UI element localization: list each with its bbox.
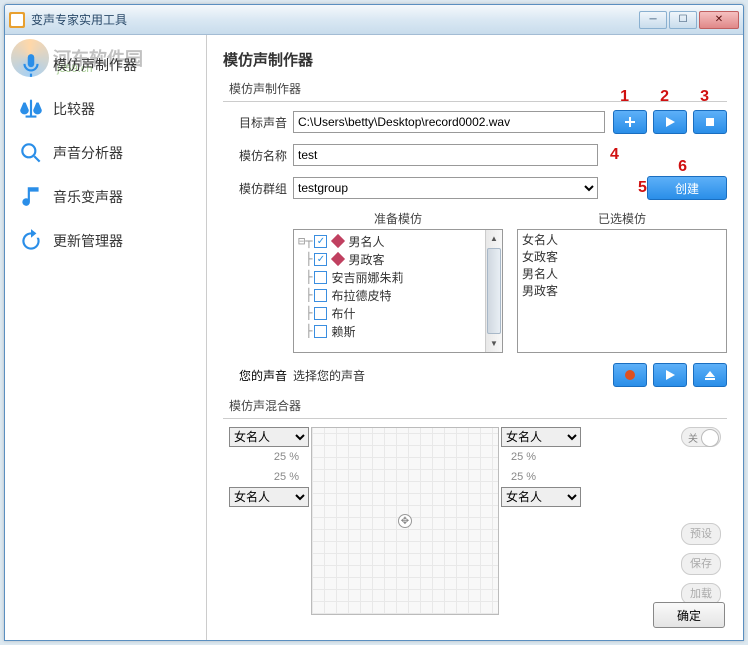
refresh-icon <box>17 227 45 255</box>
tree-item[interactable]: ├赖斯 <box>298 322 483 340</box>
list-item[interactable]: 女政客 <box>522 249 722 266</box>
mixer-select-tr[interactable]: 女名人 <box>501 427 581 447</box>
sidebar-item-comparator[interactable]: 比较器 <box>9 89 202 129</box>
your-voice-label: 您的声音 <box>229 367 287 384</box>
sidebar-item-label: 模仿声制作器 <box>53 55 137 75</box>
pct-tl: 25 % <box>274 451 299 463</box>
sidebar-item-label: 声音分析器 <box>53 143 123 163</box>
checkbox-icon[interactable]: ✓ <box>314 235 327 248</box>
imitate-group-select[interactable]: testgroup <box>293 177 598 199</box>
pct-tr: 25 % <box>511 451 536 463</box>
create-button[interactable]: 创建 <box>647 176 727 200</box>
window-title: 变声专家实用工具 <box>31 11 639 28</box>
sidebar-item-music-changer[interactable]: 音乐变声器 <box>9 177 202 217</box>
checkbox-icon[interactable] <box>314 325 327 338</box>
scroll-up-icon[interactable]: ▲ <box>486 230 502 247</box>
sidebar: 河东软件园 j359.cn 模仿声制作器 比较器 声音分析器 音乐变声器 <box>5 35 207 640</box>
music-note-icon <box>17 183 45 211</box>
annotation-2: 2 <box>660 88 669 106</box>
mic-icon <box>17 51 45 79</box>
scrollbar[interactable]: ▲ ▼ <box>485 230 502 352</box>
eject-button[interactable] <box>693 363 727 387</box>
list-item[interactable]: 女名人 <box>522 232 722 249</box>
separator <box>223 418 727 419</box>
close-button[interactable]: ✕ <box>699 11 739 29</box>
sidebar-item-analyzer[interactable]: 声音分析器 <box>9 133 202 173</box>
separator <box>223 101 727 102</box>
play-voice-button[interactable] <box>653 363 687 387</box>
mixer-section-label: 模仿声混合器 <box>223 397 727 414</box>
annotation-6: 6 <box>678 158 687 176</box>
mixer-select-tl[interactable]: 女名人 <box>229 427 309 447</box>
scale-icon <box>17 95 45 123</box>
sidebar-item-label: 音乐变声器 <box>53 187 123 207</box>
selected-list[interactable]: 女名人 女政客 男名人 男政客 <box>517 229 727 353</box>
play-button[interactable] <box>653 110 687 134</box>
imitate-name-input[interactable] <box>293 144 598 166</box>
your-voice-text: 选择您的声音 <box>293 367 605 384</box>
list-item[interactable]: 男名人 <box>522 266 722 283</box>
titlebar[interactable]: 变声专家实用工具 ─ ☐ ✕ <box>5 5 743 35</box>
imitate-group-label: 模仿群组 <box>229 180 287 197</box>
checkbox-icon[interactable] <box>314 289 327 302</box>
record-button[interactable] <box>613 363 647 387</box>
maximize-button[interactable]: ☐ <box>669 11 697 29</box>
save-mixer-button[interactable]: 保存 <box>681 553 721 575</box>
scroll-thumb[interactable] <box>487 248 501 334</box>
target-voice-label: 目标声音 <box>229 114 287 131</box>
sidebar-item-update-manager[interactable]: 更新管理器 <box>9 221 202 261</box>
annotation-4: 4 <box>610 146 619 164</box>
selected-list-title: 已选模仿 <box>517 210 727 227</box>
checkbox-icon[interactable] <box>314 307 327 320</box>
checkbox-icon[interactable] <box>314 271 327 284</box>
prepare-list-title: 准备模仿 <box>293 210 503 227</box>
main-panel: 模仿声制作器 模仿声制作器 1 2 3 目标声音 模仿名称 <box>207 35 743 640</box>
minimize-button[interactable]: ─ <box>639 11 667 29</box>
sidebar-item-label: 比较器 <box>53 99 95 119</box>
pct-bl: 25 % <box>274 471 299 483</box>
search-icon <box>17 139 45 167</box>
ok-button[interactable]: 确定 <box>653 602 725 628</box>
mixer-toggle[interactable]: 关 <box>681 427 721 447</box>
tree-item[interactable]: ├布拉德皮特 <box>298 286 483 304</box>
tree-item[interactable]: ├安吉丽娜朱莉 <box>298 268 483 286</box>
mixer-grid[interactable]: ✥ <box>311 427 499 615</box>
preset-button[interactable]: 预设 <box>681 523 721 545</box>
annotation-5: 5 <box>638 179 647 197</box>
list-item[interactable]: 男政客 <box>522 283 722 300</box>
pct-br: 25 % <box>511 471 536 483</box>
app-icon <box>9 12 25 28</box>
section-label-maker: 模仿声制作器 <box>223 80 727 97</box>
tree-item[interactable]: ⊟┬✓男名人 <box>298 232 483 250</box>
mixer-select-br[interactable]: 女名人 <box>501 487 581 507</box>
tree-item[interactable]: ├✓男政客 <box>298 250 483 268</box>
tree-item[interactable]: ├布什 <box>298 304 483 322</box>
mixer-select-bl[interactable]: 女名人 <box>229 487 309 507</box>
app-window: 变声专家实用工具 ─ ☐ ✕ 河东软件园 j359.cn 模仿声制作器 比较器 <box>4 4 744 641</box>
target-voice-input[interactable] <box>293 111 605 133</box>
annotation-1: 1 <box>620 88 629 106</box>
scroll-down-icon[interactable]: ▼ <box>486 335 502 352</box>
stop-button[interactable] <box>693 110 727 134</box>
diamond-icon <box>331 234 345 248</box>
imitate-name-label: 模仿名称 <box>229 147 287 164</box>
prepare-list[interactable]: ⊟┬✓男名人 ├✓男政客 ├安吉丽娜朱莉 ├布拉德皮特 ├布什 ├赖斯 ▲ <box>293 229 503 353</box>
sidebar-item-imitation-maker[interactable]: 模仿声制作器 <box>9 45 202 85</box>
diamond-icon <box>331 252 345 266</box>
sidebar-item-label: 更新管理器 <box>53 231 123 251</box>
checkbox-icon[interactable]: ✓ <box>314 253 327 266</box>
add-button[interactable] <box>613 110 647 134</box>
page-title: 模仿声制作器 <box>223 49 727 70</box>
annotation-3: 3 <box>700 88 709 106</box>
mixer-handle[interactable]: ✥ <box>398 514 412 528</box>
